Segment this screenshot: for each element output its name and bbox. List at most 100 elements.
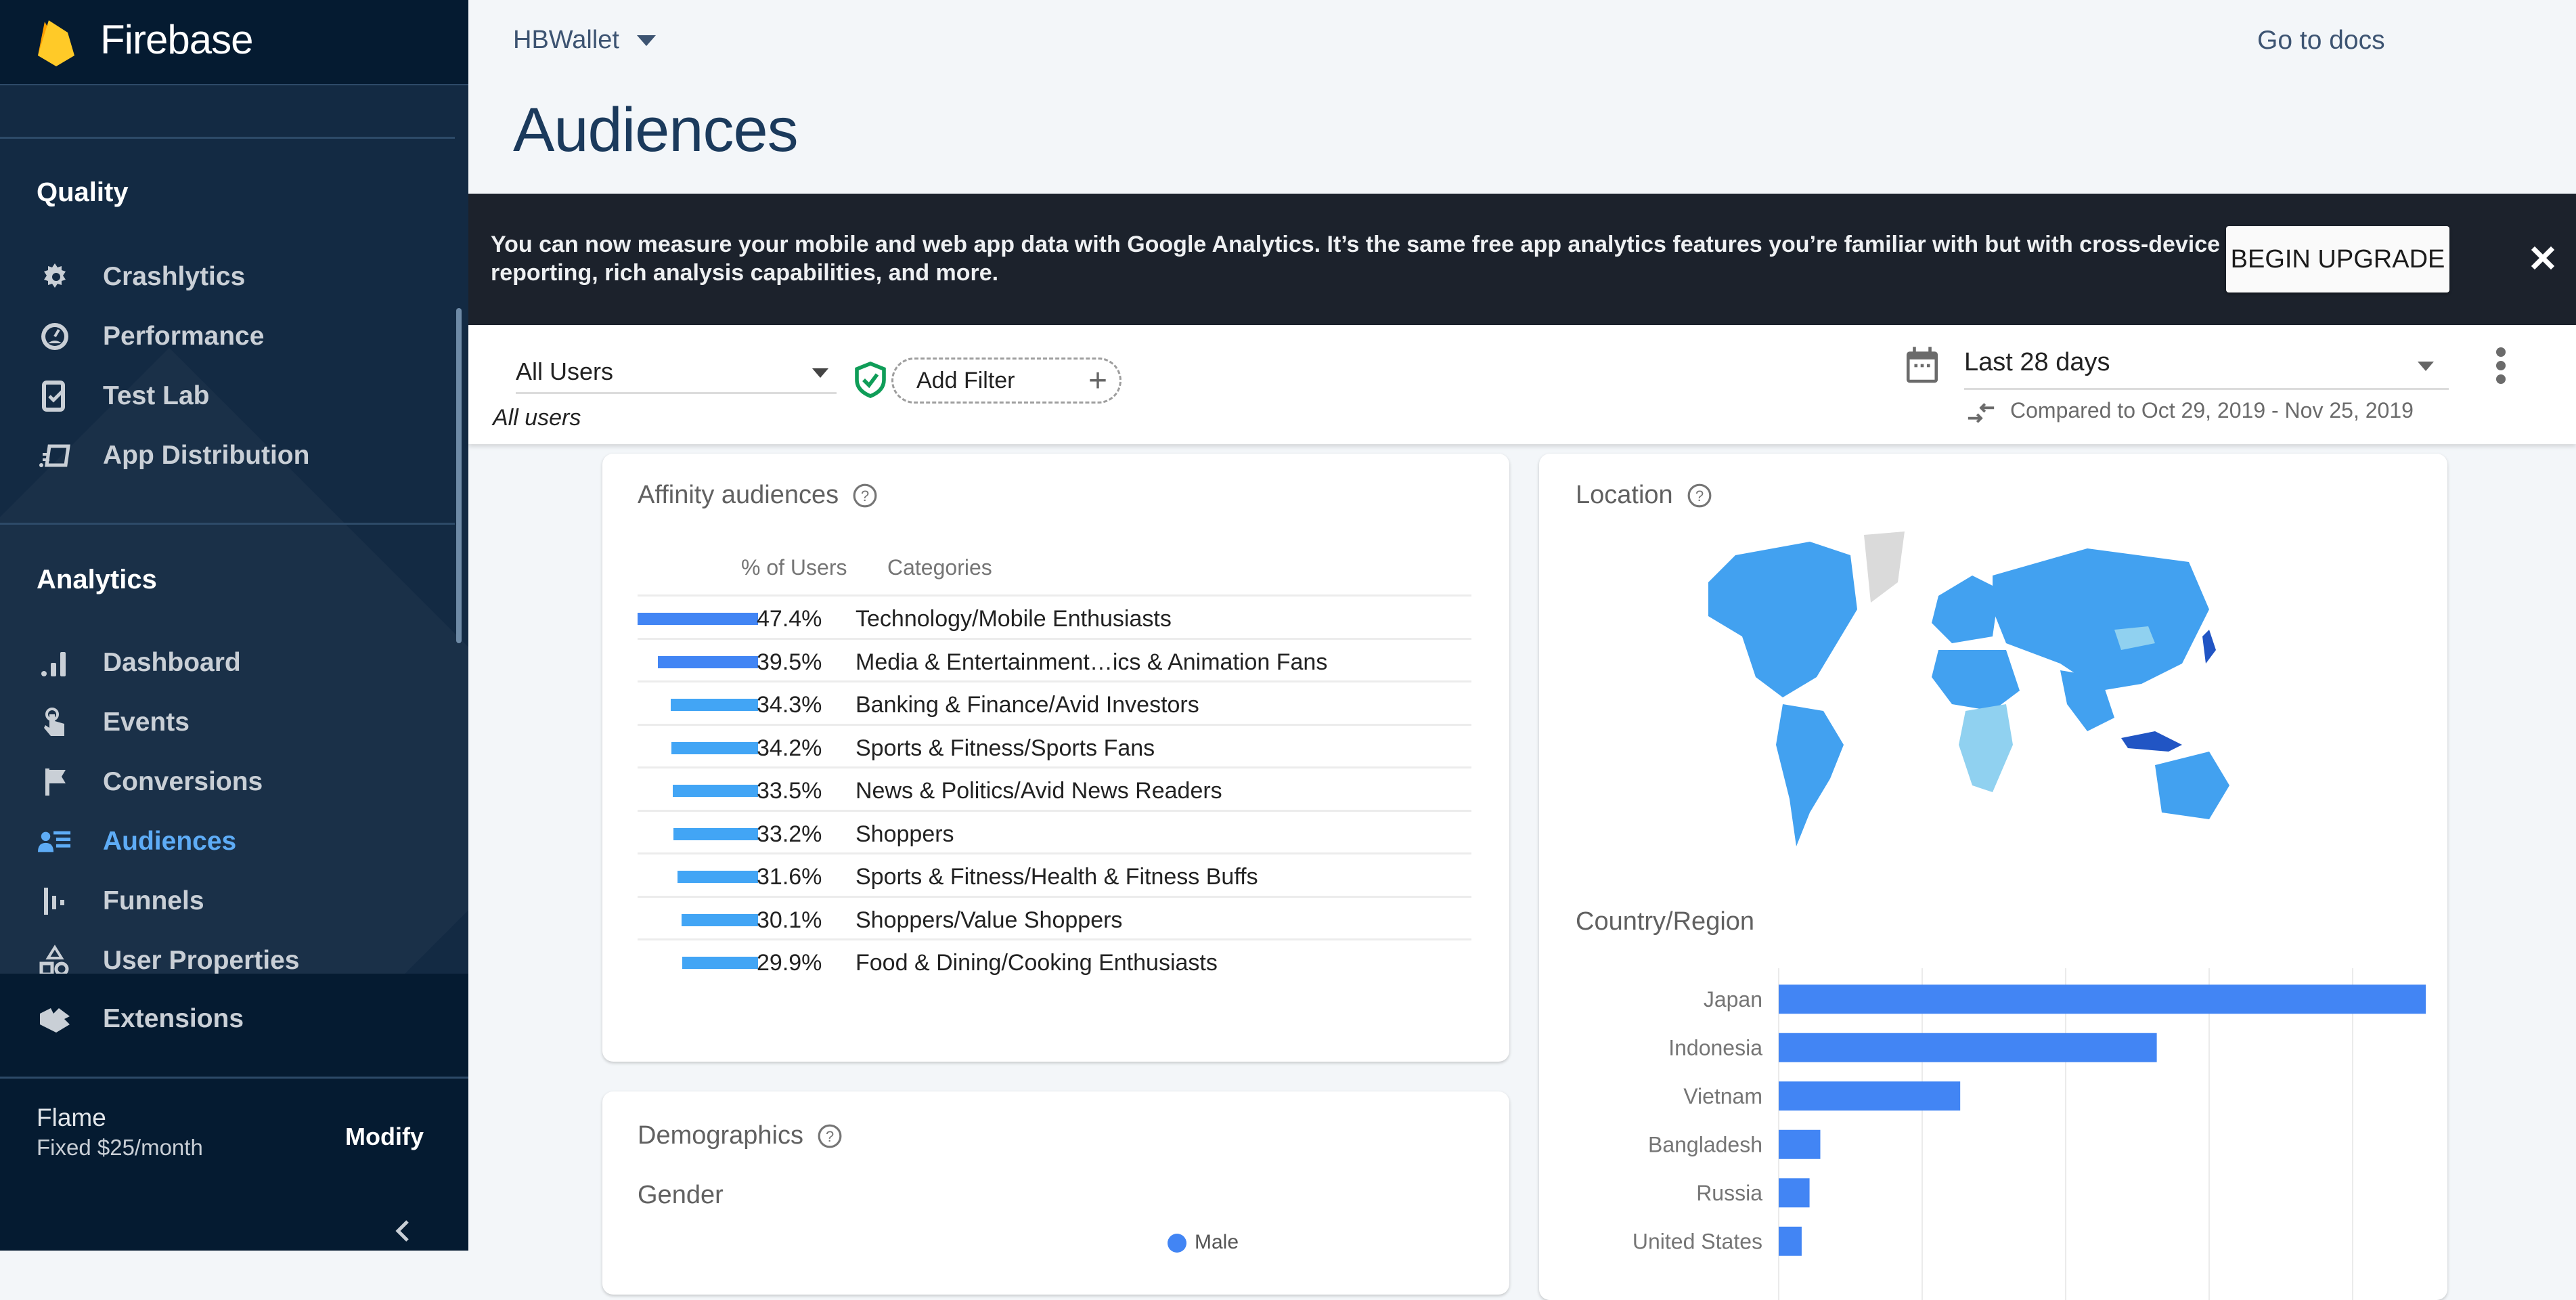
sidebar-item-events[interactable]: Events — [37, 699, 443, 746]
sidebar-item-label: Performance — [103, 322, 265, 351]
affinity-category: News & Politics/Avid News Readers — [856, 778, 1222, 804]
affinity-category: Banking & Finance/Avid Investors — [856, 692, 1199, 718]
affinity-category: Technology/Mobile Enthusiasts — [856, 606, 1172, 632]
svg-text:?: ? — [826, 1127, 834, 1144]
close-banner-icon[interactable] — [2526, 241, 2560, 275]
sidebar-item-label: App Distribution — [103, 441, 310, 470]
calendar-icon — [1906, 347, 1938, 383]
audience-dropdown[interactable]: All Users — [516, 351, 837, 394]
date-range-dropdown[interactable]: Last 28 days — [1964, 339, 2449, 390]
affinity-bar — [673, 827, 758, 840]
crashlytics-icon — [37, 259, 73, 295]
affinity-pct: 29.9% — [757, 950, 822, 976]
country-label: Russia — [1696, 1181, 1762, 1205]
compare-arrows-icon — [1968, 403, 1995, 423]
sidebar-divider — [0, 137, 455, 139]
chevron-down-icon — [2418, 362, 2434, 371]
sidebar-item-dashboard[interactable]: Dashboard — [37, 639, 443, 687]
affinity-bar — [682, 957, 758, 969]
affinity-audiences-card: Affinity audiences ? % of Users Categori… — [602, 454, 1509, 1062]
country-label: Japan — [1704, 987, 1762, 1012]
sidebar-divider — [0, 1077, 468, 1079]
sidebar-item-test-lab[interactable]: Test Lab — [37, 372, 443, 420]
plus-icon: + — [1088, 363, 1107, 399]
affinity-bar — [673, 785, 758, 797]
sidebar-item-extensions[interactable]: Extensions — [37, 995, 443, 1043]
affinity-bar — [681, 913, 758, 926]
card-title: Demographics ? — [638, 1121, 843, 1150]
begin-upgrade-button[interactable]: BEGIN UPGRADE — [2226, 226, 2449, 292]
sidebar-item-label: User Properties — [103, 946, 300, 975]
sidebar-divider — [0, 523, 455, 525]
plan-name: Flame — [37, 1104, 106, 1131]
section-title-analytics: Analytics — [37, 565, 157, 594]
country-bar[interactable] — [1779, 1178, 1810, 1208]
date-range-value: Last 28 days — [1964, 348, 2110, 376]
country-bar[interactable] — [1779, 1081, 1961, 1111]
sidebar-item-label: Events — [103, 708, 190, 737]
affinity-bar — [638, 613, 758, 625]
affinity-bar — [671, 741, 758, 754]
sidebar-item-app-distribution[interactable]: App Distribution — [37, 432, 443, 479]
extensions-icon — [37, 1001, 73, 1037]
modify-plan-button[interactable]: Modify — [345, 1123, 424, 1151]
page-header: HBWallet Audiences Go to docs T ? — [468, 0, 2576, 194]
test-lab-icon — [37, 378, 73, 414]
country-bar[interactable] — [1779, 1129, 1821, 1159]
audience-dropdown-value: All Users — [516, 357, 614, 385]
audience-subtitle: All users — [493, 405, 581, 431]
demographics-title: Demographics — [638, 1121, 803, 1150]
project-selector[interactable]: HBWallet — [513, 26, 656, 55]
affinity-category: Sports & Fitness/Sports Fans — [856, 735, 1155, 761]
country-label: Bangladesh — [1648, 1132, 1762, 1156]
sidebar-item-conversions[interactable]: Conversions — [37, 758, 443, 806]
affinity-category: Shoppers/Value Shoppers — [856, 907, 1123, 933]
sidebar-item-crashlytics[interactable]: Crashlytics — [37, 253, 443, 301]
sidebar-item-audiences[interactable]: Audiences — [37, 818, 443, 865]
column-header-pct: % of Users — [741, 555, 847, 580]
country-label: United States — [1633, 1229, 1762, 1253]
performance-icon — [37, 318, 73, 355]
upgrade-banner: You can now measure your mobile and web … — [468, 194, 2576, 325]
affinity-pct: 33.5% — [757, 778, 822, 804]
sidebar-item-label: Audiences — [103, 827, 237, 856]
affinity-row: 33.2% Shoppers — [638, 809, 1471, 852]
card-title: Affinity audiences ? — [638, 481, 878, 510]
plan-price: Fixed $25/month — [37, 1135, 203, 1160]
conversions-flag-icon — [37, 764, 73, 800]
brand-name: Firebase — [100, 17, 253, 62]
comparison-date-range: Compared to Oct 29, 2019 - Nov 25, 2019 — [2010, 398, 2414, 422]
affinity-category: Sports & Fitness/Health & Fitness Buffs — [856, 864, 1258, 890]
sidebar-item-funnels[interactable]: Funnels — [37, 878, 443, 925]
affinity-row: 31.6% Sports & Fitness/Health & Fitness B… — [638, 852, 1471, 895]
go-to-docs-link[interactable]: Go to docs — [2257, 26, 2385, 56]
country-bar[interactable] — [1779, 1226, 1802, 1256]
more-options-icon[interactable] — [2491, 345, 2511, 386]
sidebar-item-performance[interactable]: Performance — [37, 313, 443, 360]
firebase-logo-icon[interactable] — [37, 16, 76, 68]
location-card: Location ? Country/Region Japan Indonesia… — [1539, 454, 2447, 1300]
country-label: Indonesia — [1668, 1035, 1762, 1060]
affinity-bar — [678, 871, 758, 883]
help-circle-icon[interactable]: ? — [852, 483, 878, 508]
affinity-row: 34.2% Sports & Fitness/Sports Fans — [638, 723, 1471, 766]
sidebar-item-label: Extensions — [103, 1004, 244, 1033]
collapse-sidebar-chevron-icon[interactable] — [393, 1217, 413, 1244]
country-label: Vietnam — [1683, 1084, 1762, 1108]
affinity-pct: 33.2% — [757, 821, 822, 847]
affinity-pct: 39.5% — [757, 649, 822, 675]
add-filter-button[interactable]: Add Filter + — [891, 358, 1122, 404]
affinity-pct: 34.2% — [757, 735, 822, 761]
demographics-card: Demographics ? Gender Male — [602, 1091, 1509, 1295]
sidebar-item-label: Dashboard — [103, 648, 241, 677]
page-title: Audiences — [513, 95, 799, 165]
affinity-category: Shoppers — [856, 821, 954, 847]
sidebar-item-label: Test Lab — [103, 381, 210, 410]
audiences-icon — [37, 823, 73, 860]
affinity-bar — [657, 655, 758, 668]
country-bar[interactable] — [1779, 984, 2426, 1014]
help-circle-icon[interactable]: ? — [817, 1123, 843, 1149]
country-bar[interactable] — [1779, 1033, 2157, 1062]
sidebar-scrollbar[interactable] — [456, 308, 462, 643]
billing-plan: Flame Fixed $25/month — [37, 1104, 203, 1161]
